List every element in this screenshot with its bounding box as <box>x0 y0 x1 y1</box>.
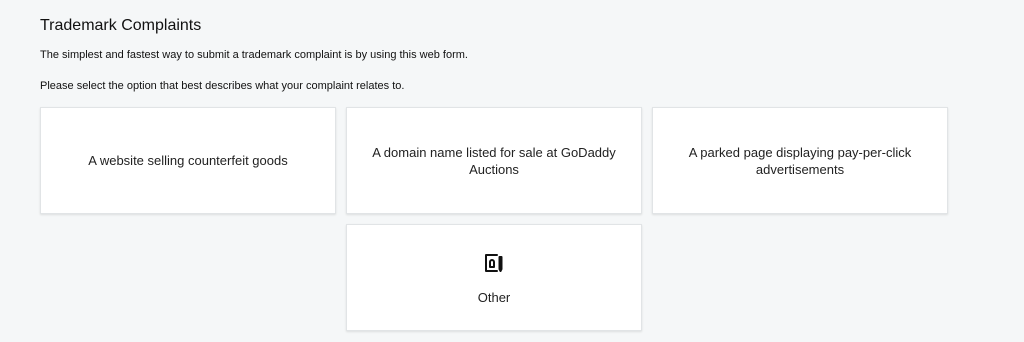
option-label: A website selling counterfeit goods <box>88 153 288 168</box>
option-label: A parked page displaying pay-per-click a… <box>688 144 912 177</box>
page-title: Trademark Complaints <box>40 17 202 34</box>
option-card-domain-auction[interactable]: A domain name listed for sale at GoDaddy… <box>346 107 642 214</box>
document-pencil-icon <box>482 251 506 275</box>
option-label: A domain name listed for sale at GoDaddy… <box>372 144 616 177</box>
option-label: Other <box>477 290 511 305</box>
option-card-other[interactable]: Other <box>346 224 642 331</box>
trademark-complaints-page: Trademark Complaints The simplest and fa… <box>0 0 1024 342</box>
intro-text: The simplest and fastest way to submit a… <box>40 49 468 61</box>
option-card-counterfeit-goods[interactable]: A website selling counterfeit goods <box>40 107 336 214</box>
instruction-text: Please select the option that best descr… <box>40 80 405 92</box>
option-card-parked-page[interactable]: A parked page displaying pay-per-click a… <box>652 107 948 214</box>
